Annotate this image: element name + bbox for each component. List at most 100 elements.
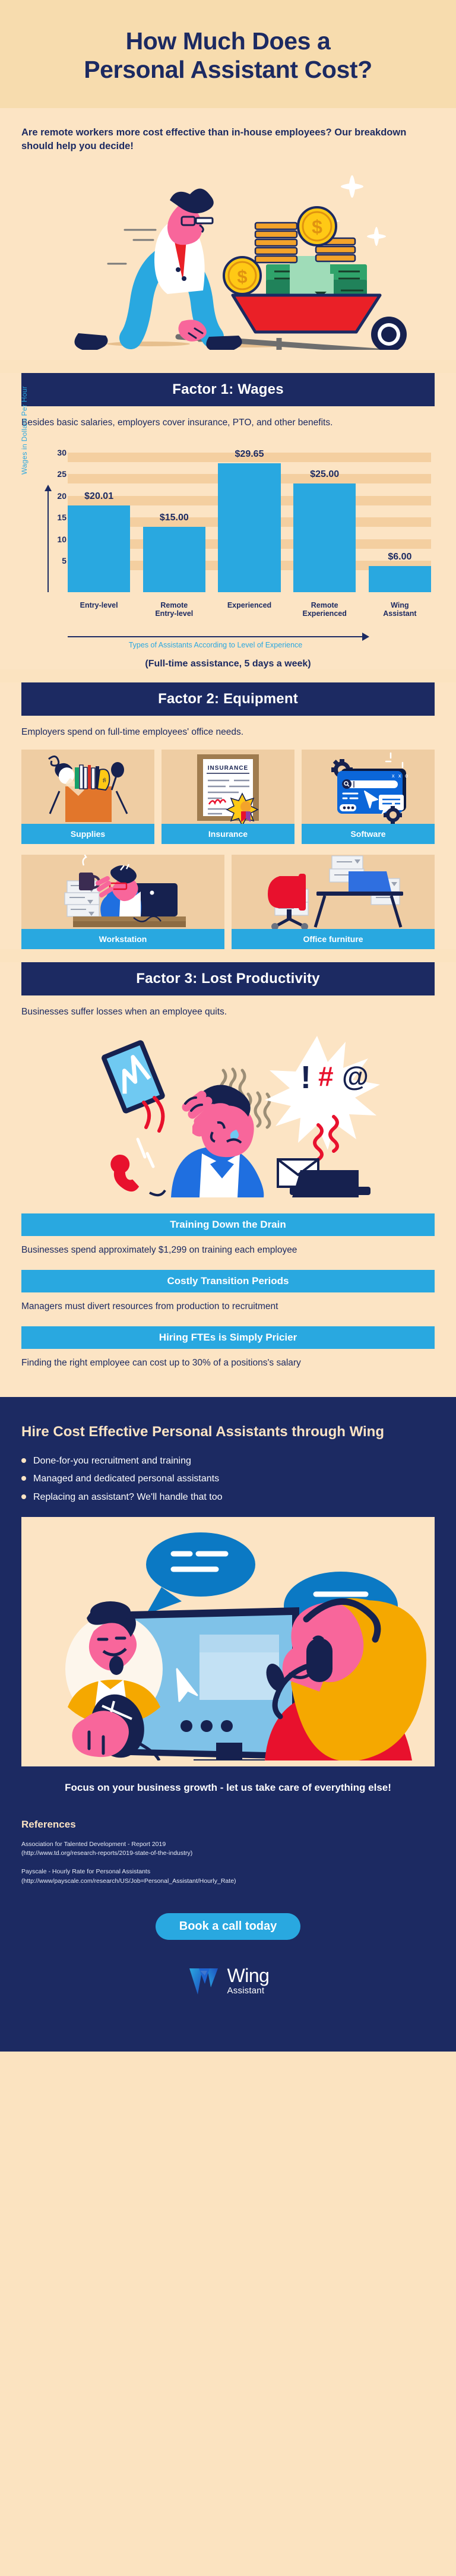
lost-productivity-item-title: Costly Transition Periods — [21, 1269, 435, 1292]
list-item: Replacing an assistant? We'll handle tha… — [21, 1490, 435, 1504]
equipment-card[interactable]: INSURANCE Insurance — [162, 750, 294, 845]
chart-y-tick: 5 — [62, 556, 66, 566]
factor-1-section: Factor 1: Wages Besides basic salaries, … — [0, 372, 456, 670]
chart-bar-column: $6.00 — [368, 453, 431, 593]
lost-productivity-item-title: Training Down the Drain — [21, 1213, 435, 1236]
factor-2-blurb: Employers spend on full-time employees' … — [21, 727, 244, 738]
chart-y-tick-labels: 5 10 15 20 25 30 — [52, 448, 66, 592]
chart-bar-value-label: $20.01 — [84, 491, 114, 501]
equipment-card[interactable]: Office furniture — [232, 855, 435, 950]
hero-title-band: How Much Does a Personal Assistant Cost? — [0, 0, 456, 108]
chart-bar — [68, 505, 131, 593]
factor-1-band: Factor 1: Wages — [21, 372, 435, 406]
svg-text:$: $ — [312, 216, 322, 238]
reference-entry: Payscale - Hourly Rate for Personal Assi… — [21, 1867, 435, 1885]
wing-logo-sub: Assistant — [227, 1986, 265, 1996]
equipment-card-label: Software — [302, 824, 435, 845]
svg-text:$: $ — [237, 266, 247, 287]
chart-y-tick: 20 — [57, 491, 66, 501]
equipment-card[interactable]: # Supplies — [21, 750, 154, 845]
infographic-page: How Much Does a Personal Assistant Cost?… — [0, 0, 456, 2052]
reference-title: Association for Talented Development - R… — [21, 1840, 166, 1848]
chart-y-tick: 15 — [57, 513, 66, 523]
equipment-card[interactable]: Workstation — [21, 855, 224, 950]
lost-productivity-item-title: Hiring FTEs is Simply Pricier — [21, 1326, 435, 1349]
list-item: Managed and dedicated personal assistant… — [21, 1472, 435, 1485]
svg-text:#: # — [318, 1061, 334, 1092]
svg-text:INSURANCE: INSURANCE — [208, 765, 248, 772]
hero-illustration-wrap: $ $ — [0, 163, 456, 360]
reference-url[interactable]: (http://www/payscale.com/research/US/Job… — [21, 1877, 435, 1886]
wing-logo: Wing Assistant — [21, 1964, 435, 2046]
chart-bar-column: $29.65 — [218, 449, 281, 593]
wing-closing-cta-text: Focus on your business growth - let us t… — [65, 1781, 391, 1793]
chart-bar-value-label: $15.00 — [159, 513, 189, 523]
chart-bar — [293, 483, 356, 593]
chart-x-tick: Wing Assistant — [383, 600, 417, 618]
page-title-line-2: Personal Assistant Cost? — [84, 55, 372, 83]
cta-button-wrap: Book a call today — [21, 1913, 435, 1940]
chart-bar-column: $25.00 — [293, 453, 356, 593]
wheelbarrow-money-illustration: $ $ — [0, 165, 456, 356]
chart-y-tick: 10 — [57, 534, 66, 544]
chart-note: (Full-time assistance, 5 days a week) — [145, 659, 311, 669]
book-a-call-button[interactable]: Book a call today — [155, 1913, 301, 1940]
software-window-icon: x x o — [302, 750, 435, 824]
hero-subtitle-band: Are remote workers more cost effective t… — [0, 108, 456, 163]
chart-bar-value-label: $6.00 — [388, 552, 412, 562]
svg-text:x x o: x x o — [392, 773, 409, 779]
reference-entry: Association for Talented Development - R… — [21, 1840, 435, 1858]
equipment-card[interactable]: x x o Software — [302, 750, 435, 845]
chart-bars: $20.01 $15.00 $29.65 $25.00 $6.00 — [68, 449, 431, 593]
factor-2-section: Factor 2: Equipment Employers spend on f… — [0, 682, 456, 950]
chart-bar-column: $20.01 — [68, 453, 131, 593]
svg-text:@: @ — [342, 1061, 369, 1092]
wages-bar-chart: Wages in Dollars Per Hour 5 10 15 20 25 30 $2… — [20, 386, 435, 619]
office-chair-icon — [232, 855, 435, 930]
equipment-card-label: Office furniture — [232, 929, 435, 950]
reference-url[interactable]: (http://www.td.org/research-reports/2019… — [21, 1849, 435, 1858]
chart-bar-value-label: $29.65 — [235, 449, 264, 460]
equipment-cards-row-2: Workstation Office furniture — [21, 855, 435, 950]
chart-bar — [368, 566, 431, 593]
wing-heading: Hire Cost Effective Personal Assistants … — [21, 1424, 385, 1440]
svg-text:!: ! — [300, 1060, 311, 1095]
page-title: How Much Does a Personal Assistant Cost? — [24, 27, 432, 84]
hero-subtitle: Are remote workers more cost effective t… — [21, 127, 407, 152]
equipment-card-label: Workstation — [21, 929, 224, 950]
chart-x-axis-row: Types of Assistants According to Level o… — [21, 633, 435, 649]
support-agent-illustration — [27, 1522, 429, 1760]
chart-x-tick: Remote Experienced — [302, 600, 347, 618]
chart-bar — [218, 463, 281, 593]
chart-bar-value-label: $25.00 — [310, 469, 340, 480]
lost-productivity-item-text: Businesses spend approximately $1,299 on… — [21, 1244, 297, 1255]
workstation-desk-icon — [21, 855, 224, 930]
factor-3-section: Factor 3: Lost Productivity Businesses s… — [0, 962, 456, 1398]
list-item: Done-for-you recruitment and training — [21, 1454, 435, 1468]
chart-x-tick: Experienced — [227, 600, 272, 609]
equipment-card-label: Insurance — [162, 824, 294, 845]
page-title-line-1: How Much Does a — [125, 27, 331, 55]
factor-3-band: Factor 3: Lost Productivity — [21, 962, 435, 996]
references-heading: References — [21, 1818, 76, 1830]
chart-x-axis-arrow — [68, 633, 369, 641]
chart-y-axis-arrow — [45, 485, 52, 593]
wing-benefits-list: Done-for-you recruitment and training Ma… — [21, 1454, 435, 1504]
wing-logo-icon — [189, 1968, 218, 1995]
wing-logo-text: Wing Assistant — [227, 1966, 270, 1995]
insurance-certificate-icon: INSURANCE — [162, 750, 294, 824]
lost-productivity-item-text: Finding the right employee can cost up t… — [21, 1358, 301, 1368]
chart-y-tick: 30 — [57, 447, 66, 457]
wing-logo-main: Wing — [227, 1965, 270, 1987]
support-agent-illustration-frame — [21, 1516, 435, 1766]
chart-x-tick: Remote Entry-level — [155, 600, 194, 618]
chart-x-tick-labels: Entry-level Remote Entry-level Experienced R… — [68, 601, 431, 619]
chart-x-tick: Entry-level — [80, 600, 118, 609]
chart-bar-column: $15.00 — [142, 453, 205, 593]
equipment-cards-row-1: # Supplies INSURANCE Insurance x x o Sof… — [21, 750, 435, 845]
chart-bar — [142, 527, 205, 593]
supplies-box-icon: # — [21, 750, 154, 824]
chart-y-axis-title: Wages in Dollars Per Hour — [20, 385, 28, 475]
factor-1-blurb: Besides basic salaries, employers cover … — [21, 417, 333, 428]
reference-title: Payscale - Hourly Rate for Personal Assi… — [21, 1868, 151, 1876]
